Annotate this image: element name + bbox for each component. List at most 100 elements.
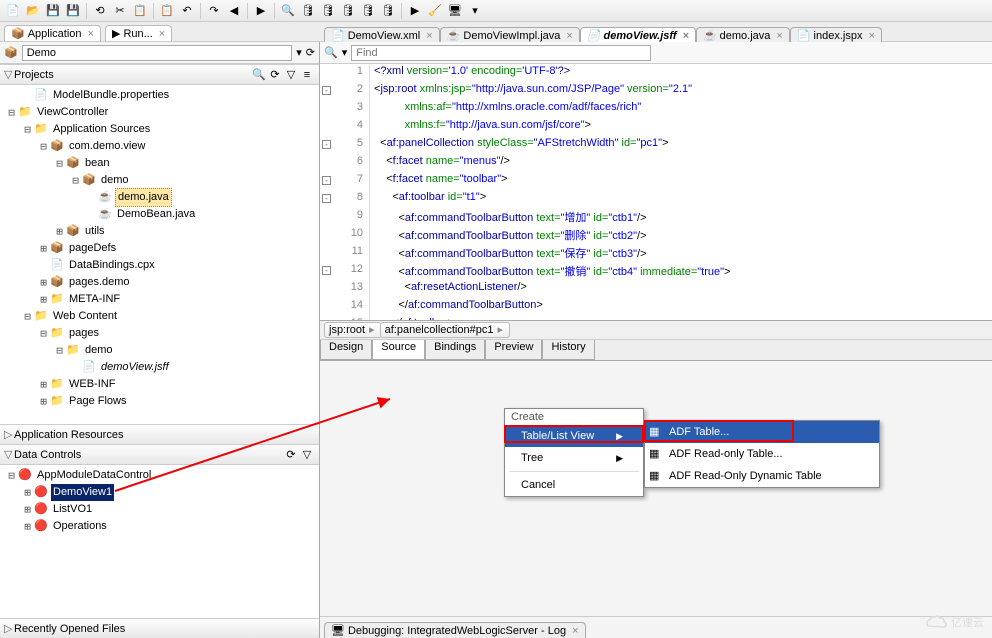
filter-icon[interactable]: ▽	[283, 67, 299, 83]
tree-toggle-icon[interactable]: ⊟	[22, 121, 33, 138]
toolbar-button[interactable]: 🖥	[446, 2, 464, 20]
toolbar-button[interactable]: ↷	[205, 2, 223, 20]
mode-tab[interactable]: Design	[320, 340, 372, 360]
fold-icon[interactable]: -	[322, 176, 331, 185]
tree-toggle-icon[interactable]: ⊞	[38, 274, 49, 291]
tree-node[interactable]: 📄demoView.jsff	[0, 359, 319, 376]
tree-icon[interactable]: ≡	[299, 67, 315, 83]
toolbar-button[interactable]: 🛢	[299, 2, 317, 20]
tree-node[interactable]: ⊟📁Application Sources	[0, 121, 319, 138]
fold-icon[interactable]: -	[322, 86, 331, 95]
tree-node[interactable]: ⊟📁pages	[0, 325, 319, 342]
toolbar-button[interactable]: 🛢	[359, 2, 377, 20]
tree-node[interactable]: ⊞📁WEB-INF	[0, 376, 319, 393]
fold-icon[interactable]: -	[322, 140, 331, 149]
app-resources-header[interactable]: ▷ Application Resources	[0, 424, 319, 444]
mode-tab[interactable]: History	[542, 340, 594, 360]
log-tab[interactable]: 🖥 Debugging: IntegratedWebLogicServer - …	[324, 622, 586, 638]
editor-tab[interactable]: 📄DemoView.xml×	[324, 27, 440, 43]
tree-toggle-icon[interactable]: ⊟	[70, 172, 81, 189]
editor-tab[interactable]: ☕demo.java×	[696, 27, 790, 43]
projects-tree[interactable]: 📄ModelBundle.properties⊟📁ViewController⊟…	[0, 84, 319, 424]
submenu-item[interactable]: ▦ADF Table...	[645, 421, 879, 443]
tree-toggle-icon[interactable]: ⊟	[6, 104, 17, 121]
tree-node[interactable]: ⊟📁demo	[0, 342, 319, 359]
tree-node[interactable]: ⊟📦bean	[0, 155, 319, 172]
tree-node[interactable]: ⊟📦com.demo.view	[0, 138, 319, 155]
fold-icon[interactable]: -	[322, 194, 331, 203]
editor-tab[interactable]: ☕DemoViewImpl.java×	[440, 27, 580, 43]
tree-toggle-icon[interactable]: ⊞	[38, 240, 49, 257]
menu-item[interactable]: Tree▶	[505, 447, 643, 469]
toolbar-button[interactable]: ▾	[466, 2, 484, 20]
code-editor[interactable]: 12-345-67-8-9101112-1314151617181920+143…	[320, 64, 992, 320]
submenu-item[interactable]: ▦ADF Read-only Table...	[645, 443, 879, 465]
tree-node[interactable]: ⊞🔴Operations	[0, 518, 319, 535]
close-icon[interactable]: ×	[868, 30, 874, 42]
window-tab[interactable]: ▶Run...×	[105, 25, 172, 41]
toolbar-button[interactable]: 🛢	[339, 2, 357, 20]
tree-node[interactable]: ⊟📁ViewController	[0, 104, 319, 121]
tree-toggle-icon[interactable]: ⊟	[54, 155, 65, 172]
refresh-icon[interactable]: ⟳	[267, 67, 283, 83]
tree-toggle-icon[interactable]: ⊟	[54, 342, 65, 359]
mode-tab[interactable]: Source	[372, 340, 425, 360]
tree-node[interactable]: 📄ModelBundle.properties	[0, 87, 319, 104]
editor-tab[interactable]: 📄demoView.jsff×	[580, 27, 696, 43]
tree-node[interactable]: ⊞🔴ListVO1	[0, 501, 319, 518]
toolbar-button[interactable]: ▶	[252, 2, 270, 20]
breadcrumb-segment[interactable]: jsp:root ▸	[324, 322, 382, 338]
close-icon[interactable]: ×	[776, 30, 782, 42]
tree-node[interactable]: ⊞📁META-INF	[0, 291, 319, 308]
toolbar-button[interactable]: 📄	[4, 2, 22, 20]
toolbar-button[interactable]: ✂	[111, 2, 129, 20]
toolbar-button[interactable]: 🧹	[426, 2, 444, 20]
menu-item[interactable]: Cancel	[505, 474, 643, 496]
search-icon[interactable]: 🔍	[251, 67, 267, 83]
tree-toggle-icon[interactable]: ⊞	[38, 376, 49, 393]
app-dropdown-icon[interactable]: ▾	[296, 46, 302, 59]
menu-item[interactable]: Table/List View▶	[505, 425, 643, 447]
refresh-icon[interactable]: ⟳	[283, 447, 299, 463]
tree-toggle-icon[interactable]: ⊟	[38, 138, 49, 155]
data-controls-header[interactable]: ▽ Data Controls ⟳ ▽	[0, 444, 319, 464]
tree-node[interactable]: ⊞📦pages.demo	[0, 274, 319, 291]
tree-node[interactable]: ⊟📁Web Content	[0, 308, 319, 325]
toolbar-button[interactable]: 💾	[44, 2, 62, 20]
close-icon[interactable]: ×	[88, 28, 94, 40]
tree-toggle-icon[interactable]: ⊞	[22, 518, 33, 535]
toolbar-button[interactable]: ⟲	[91, 2, 109, 20]
toolbar-button[interactable]: 🔍	[279, 2, 297, 20]
fold-icon[interactable]: -	[322, 266, 331, 275]
tree-toggle-icon[interactable]: ⊞	[22, 501, 33, 518]
tree-node[interactable]: 📄DataBindings.cpx	[0, 257, 319, 274]
tree-toggle-icon[interactable]: ⊟	[38, 325, 49, 342]
tree-toggle-icon[interactable]: ⊞	[38, 291, 49, 308]
toolbar-button[interactable]: 📋	[158, 2, 176, 20]
breadcrumb-segment[interactable]: af:panelcollection#pc1 ▸	[380, 322, 510, 338]
close-icon[interactable]: ×	[159, 28, 165, 40]
toolbar-button[interactable]: ↶	[178, 2, 196, 20]
toolbar-button[interactable]: ▶	[406, 2, 424, 20]
window-tab[interactable]: 📦Application×	[4, 25, 101, 41]
tree-node[interactable]: ☕DemoBean.java	[0, 206, 319, 223]
dropdown-icon[interactable]: ▾	[342, 46, 348, 59]
data-controls-tree[interactable]: ⊟🔴AppModuleDataControl⊞🔴DemoView1⊞🔴ListV…	[0, 464, 319, 618]
tree-node[interactable]: ⊞📁Page Flows	[0, 393, 319, 410]
tree-toggle-icon[interactable]: ⊞	[54, 223, 65, 240]
toolbar-button[interactable]: 🛢	[379, 2, 397, 20]
tree-toggle-icon[interactable]: ⊞	[22, 484, 33, 501]
projects-header[interactable]: ▽ Projects 🔍 ⟳ ▽ ≡	[0, 64, 319, 84]
code-text[interactable]: <?xml version='1.0' encoding='UTF-8'?><j…	[370, 64, 992, 320]
tree-node[interactable]: ⊞🔴DemoView1	[0, 484, 319, 501]
toolbar-button[interactable]: 📋	[131, 2, 149, 20]
mode-tab[interactable]: Bindings	[425, 340, 485, 360]
find-input[interactable]	[351, 45, 651, 61]
submenu-item[interactable]: ▦ADF Read-Only Dynamic Table	[645, 465, 879, 487]
app-refresh-icon[interactable]: ⟳	[306, 46, 315, 59]
tree-node[interactable]: ⊟🔴AppModuleDataControl	[0, 467, 319, 484]
app-name-input[interactable]	[22, 45, 293, 61]
toolbar-button[interactable]: 💾	[64, 2, 82, 20]
tree-node[interactable]: ☕demo.java	[0, 189, 319, 206]
tree-toggle-icon[interactable]: ⊟	[22, 308, 33, 325]
